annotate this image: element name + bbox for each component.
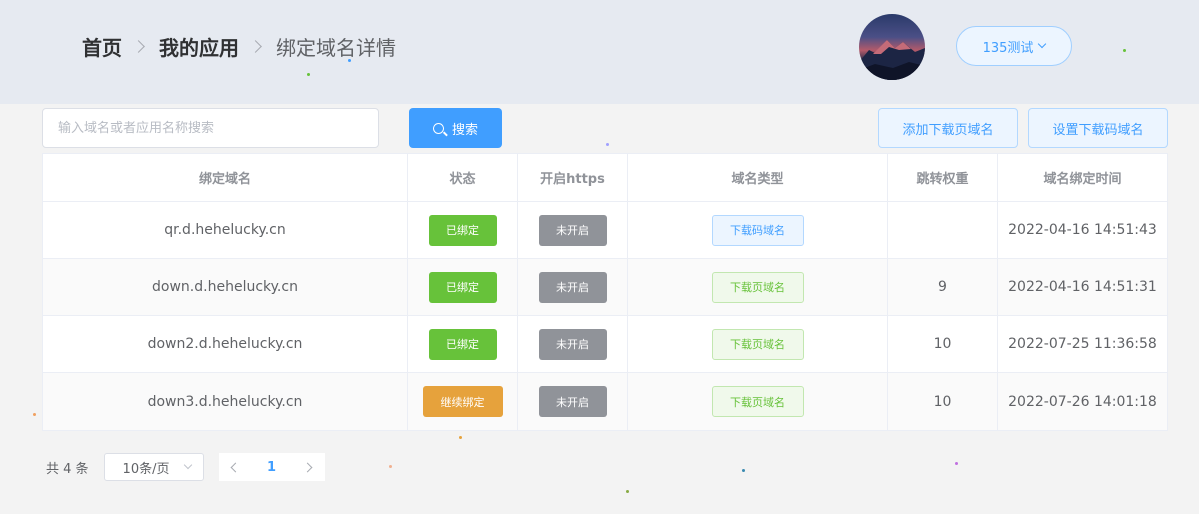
table-row: down2.d.hehelucky.cn 已绑定 未开启 下载页域名 10 20… xyxy=(43,316,1167,373)
https-button[interactable]: 未开启 xyxy=(538,386,607,417)
chevron-right-icon xyxy=(249,39,262,53)
breadcrumb: 首页 我的应用 绑定域名详情 xyxy=(82,32,396,61)
breadcrumb-apps[interactable]: 我的应用 xyxy=(159,32,239,61)
pagination-total: 共 4 条 xyxy=(46,461,89,477)
https-button[interactable]: 未开启 xyxy=(538,328,607,360)
domain-cell: down3.d.hehelucky.cn xyxy=(43,373,408,430)
time-cell: 2022-04-16 14:51:43 xyxy=(1008,222,1157,238)
user-name: 135测试 xyxy=(982,40,1034,56)
page-size-value: 10条/页 xyxy=(122,461,170,477)
weight-cell: 10 xyxy=(888,373,998,430)
table-row: down.d.hehelucky.cn 已绑定 未开启 下载页域名 9 2022… xyxy=(43,259,1167,316)
domain-type-tag: 下载码域名 xyxy=(711,214,804,246)
avatar-mountain-icon xyxy=(859,40,925,80)
status-button[interactable]: 已绑定 xyxy=(428,328,497,360)
domain-type-tag: 下载页域名 xyxy=(711,328,804,360)
domain-table: 绑定域名 状态 开启https 域名类型 跳转权重 域名绑定时间 qr.d.he… xyxy=(42,153,1168,431)
column-header-domain: 绑定域名 xyxy=(43,154,408,201)
search-button[interactable]: 搜索 xyxy=(409,108,502,148)
domain-cell: qr.d.hehelucky.cn xyxy=(43,202,408,258)
weight-cell: 10 xyxy=(888,316,998,372)
particle-dot xyxy=(348,59,351,62)
particle-dot xyxy=(307,73,310,76)
search-icon xyxy=(432,122,444,134)
add-download-page-domain-label: 添加下载页域名 xyxy=(902,122,994,138)
breadcrumb-home[interactable]: 首页 xyxy=(82,32,122,61)
https-button[interactable]: 未开启 xyxy=(538,214,607,246)
particle-dot xyxy=(606,143,609,146)
particle-dot xyxy=(626,490,629,493)
weight-cell: 9 xyxy=(888,259,998,315)
status-button[interactable]: 继续绑定 xyxy=(422,386,503,417)
particle-dot xyxy=(955,462,958,465)
breadcrumb-current: 绑定域名详情 xyxy=(276,35,396,60)
domain-type-tag: 下载页域名 xyxy=(711,386,804,417)
page-number-current[interactable]: 1 xyxy=(267,460,276,475)
domain-cell: down2.d.hehelucky.cn xyxy=(43,316,408,372)
particle-dot xyxy=(742,469,745,472)
table-row: qr.d.hehelucky.cn 已绑定 未开启 下载码域名 2022-04-… xyxy=(43,202,1167,259)
set-download-code-domain-label: 设置下载码域名 xyxy=(1052,122,1144,138)
page-size-select[interactable]: 10条/页 xyxy=(103,453,204,481)
avatar[interactable] xyxy=(859,14,925,80)
domain-cell: down.d.hehelucky.cn xyxy=(43,259,408,315)
time-cell: 2022-04-16 14:51:31 xyxy=(1008,279,1157,295)
pagination: 共 4 条 10条/页 1 xyxy=(46,453,325,481)
particle-dot xyxy=(389,465,392,468)
page-navigation: 1 xyxy=(218,453,325,481)
column-header-https: 开启https xyxy=(518,154,628,201)
chevron-down-icon xyxy=(183,460,192,470)
column-header-type: 域名类型 xyxy=(628,154,888,201)
add-download-page-domain-button[interactable]: 添加下载页域名 xyxy=(878,108,1018,148)
prev-page-icon[interactable] xyxy=(230,462,241,472)
set-download-code-domain-button[interactable]: 设置下载码域名 xyxy=(1028,108,1168,148)
table-row: down3.d.hehelucky.cn 继续绑定 未开启 下载页域名 10 2… xyxy=(43,373,1167,430)
search-button-label: 搜索 xyxy=(451,121,478,137)
time-cell: 2022-07-26 14:01:18 xyxy=(1008,393,1157,410)
status-button[interactable]: 已绑定 xyxy=(428,214,497,246)
top-header: 首页 我的应用 绑定域名详情 135测试 xyxy=(0,0,1199,104)
https-button[interactable]: 未开启 xyxy=(538,271,607,303)
column-header-weight: 跳转权重 xyxy=(888,154,998,201)
column-header-time: 域名绑定时间 xyxy=(1043,172,1122,187)
weight-cell xyxy=(888,202,998,258)
table-header-row: 绑定域名 状态 开启https 域名类型 跳转权重 域名绑定时间 xyxy=(43,154,1167,202)
user-menu-button[interactable]: 135测试 xyxy=(956,26,1072,66)
search-input[interactable] xyxy=(42,108,379,148)
column-header-status: 状态 xyxy=(408,154,518,201)
particle-dot xyxy=(459,436,462,439)
chevron-right-icon xyxy=(132,39,145,53)
time-cell: 2022-07-25 11:36:58 xyxy=(1008,336,1157,352)
domain-type-tag: 下载页域名 xyxy=(711,271,804,303)
chevron-down-icon xyxy=(1038,39,1047,49)
particle-dot xyxy=(1123,49,1126,52)
status-button[interactable]: 已绑定 xyxy=(428,271,497,303)
next-page-icon[interactable] xyxy=(302,462,313,472)
particle-dot xyxy=(33,413,36,416)
